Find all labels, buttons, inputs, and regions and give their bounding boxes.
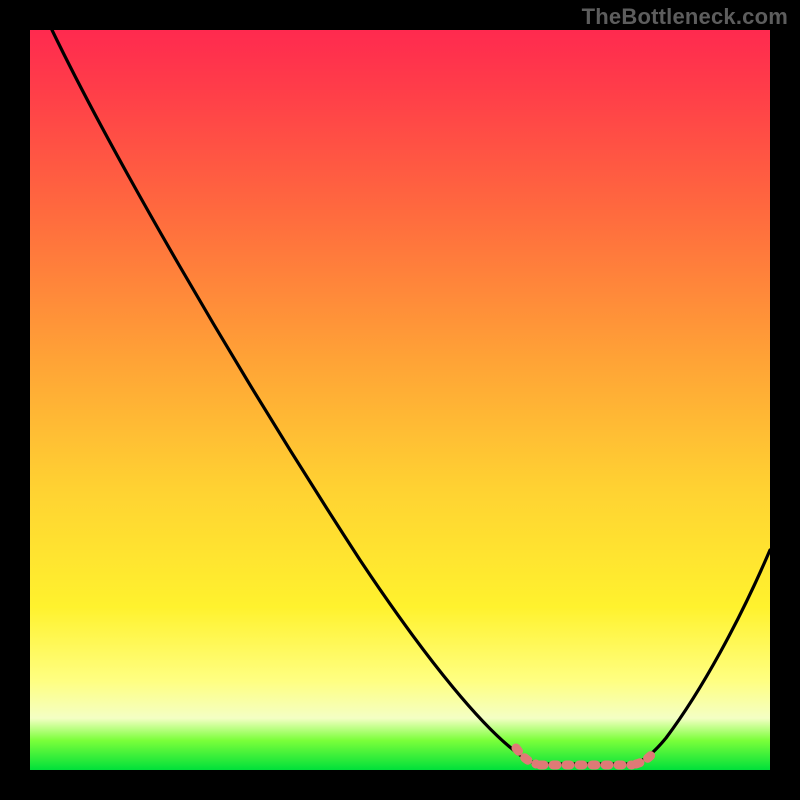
watermark-text: TheBottleneck.com <box>582 4 788 30</box>
floor-dot-right <box>636 750 656 764</box>
curve-path <box>52 30 770 764</box>
floor-dots-group <box>516 748 656 765</box>
plot-area <box>30 30 770 770</box>
chart-frame: TheBottleneck.com <box>0 0 800 800</box>
bottleneck-curve <box>30 30 770 770</box>
